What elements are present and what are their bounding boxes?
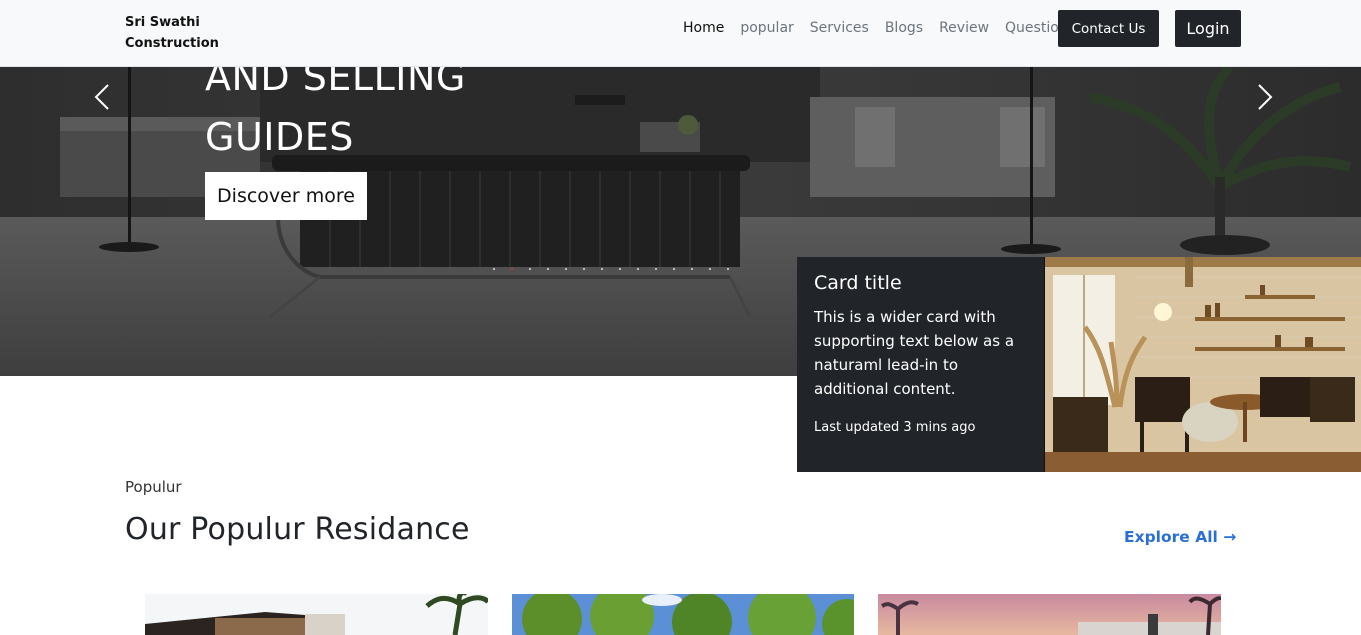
nav-review[interactable]: Review bbox=[939, 19, 989, 37]
carousel-indicator[interactable] bbox=[709, 268, 711, 270]
nav-blogs[interactable]: Blogs bbox=[885, 19, 923, 37]
card-title: Card title bbox=[814, 272, 902, 294]
brand-logo-text[interactable]: Sri Swathi Construction bbox=[125, 12, 245, 54]
card-body: Card title This is a wider card with sup… bbox=[797, 257, 1044, 472]
carousel-indicator[interactable] bbox=[547, 268, 549, 270]
section-title: Our Populur Residance bbox=[125, 512, 470, 547]
residence-card-image[interactable] bbox=[878, 594, 1221, 635]
hero-title: AND SELLING GUIDES bbox=[205, 67, 466, 159]
nav-popular[interactable]: popular bbox=[740, 19, 793, 37]
carousel-prev-icon[interactable] bbox=[88, 77, 118, 117]
carousel-indicator[interactable] bbox=[583, 268, 585, 270]
section-eyebrow: Populur bbox=[125, 478, 182, 496]
carousel-next-icon[interactable] bbox=[1249, 77, 1279, 117]
carousel-indicator[interactable] bbox=[727, 268, 729, 270]
carousel-indicator-active[interactable] bbox=[511, 268, 513, 270]
carousel-indicator[interactable] bbox=[601, 268, 603, 270]
carousel-indicator[interactable] bbox=[655, 268, 657, 270]
residence-card-image[interactable] bbox=[512, 594, 854, 635]
login-button[interactable]: Login bbox=[1175, 10, 1241, 47]
nav-services[interactable]: Services bbox=[810, 19, 869, 37]
residence-card-image[interactable] bbox=[145, 594, 488, 635]
nav-links: Home popular Services Blogs Review Quest… bbox=[683, 19, 1091, 37]
nav-home[interactable]: Home bbox=[683, 19, 724, 37]
carousel-indicator[interactable] bbox=[673, 268, 675, 270]
card-updated-text: Last updated 3 mins ago bbox=[814, 420, 976, 435]
carousel-indicator[interactable] bbox=[529, 268, 531, 270]
card-text: This is a wider card with supporting tex… bbox=[814, 308, 1015, 398]
carousel-indicator[interactable] bbox=[493, 268, 495, 270]
card-image bbox=[1043, 257, 1361, 472]
feature-card: Card title This is a wider card with sup… bbox=[797, 257, 1361, 472]
carousel-indicator[interactable] bbox=[619, 268, 621, 270]
carousel-indicator[interactable] bbox=[565, 268, 567, 270]
carousel-indicator[interactable] bbox=[691, 268, 693, 270]
contact-us-button[interactable]: Contact Us bbox=[1058, 10, 1159, 47]
navbar: Sri Swathi Construction Home popular Ser… bbox=[0, 0, 1361, 67]
explore-all-link[interactable]: Explore All → bbox=[1124, 528, 1236, 546]
discover-more-button[interactable]: Discover more bbox=[205, 172, 367, 220]
carousel-indicator[interactable] bbox=[637, 268, 639, 270]
